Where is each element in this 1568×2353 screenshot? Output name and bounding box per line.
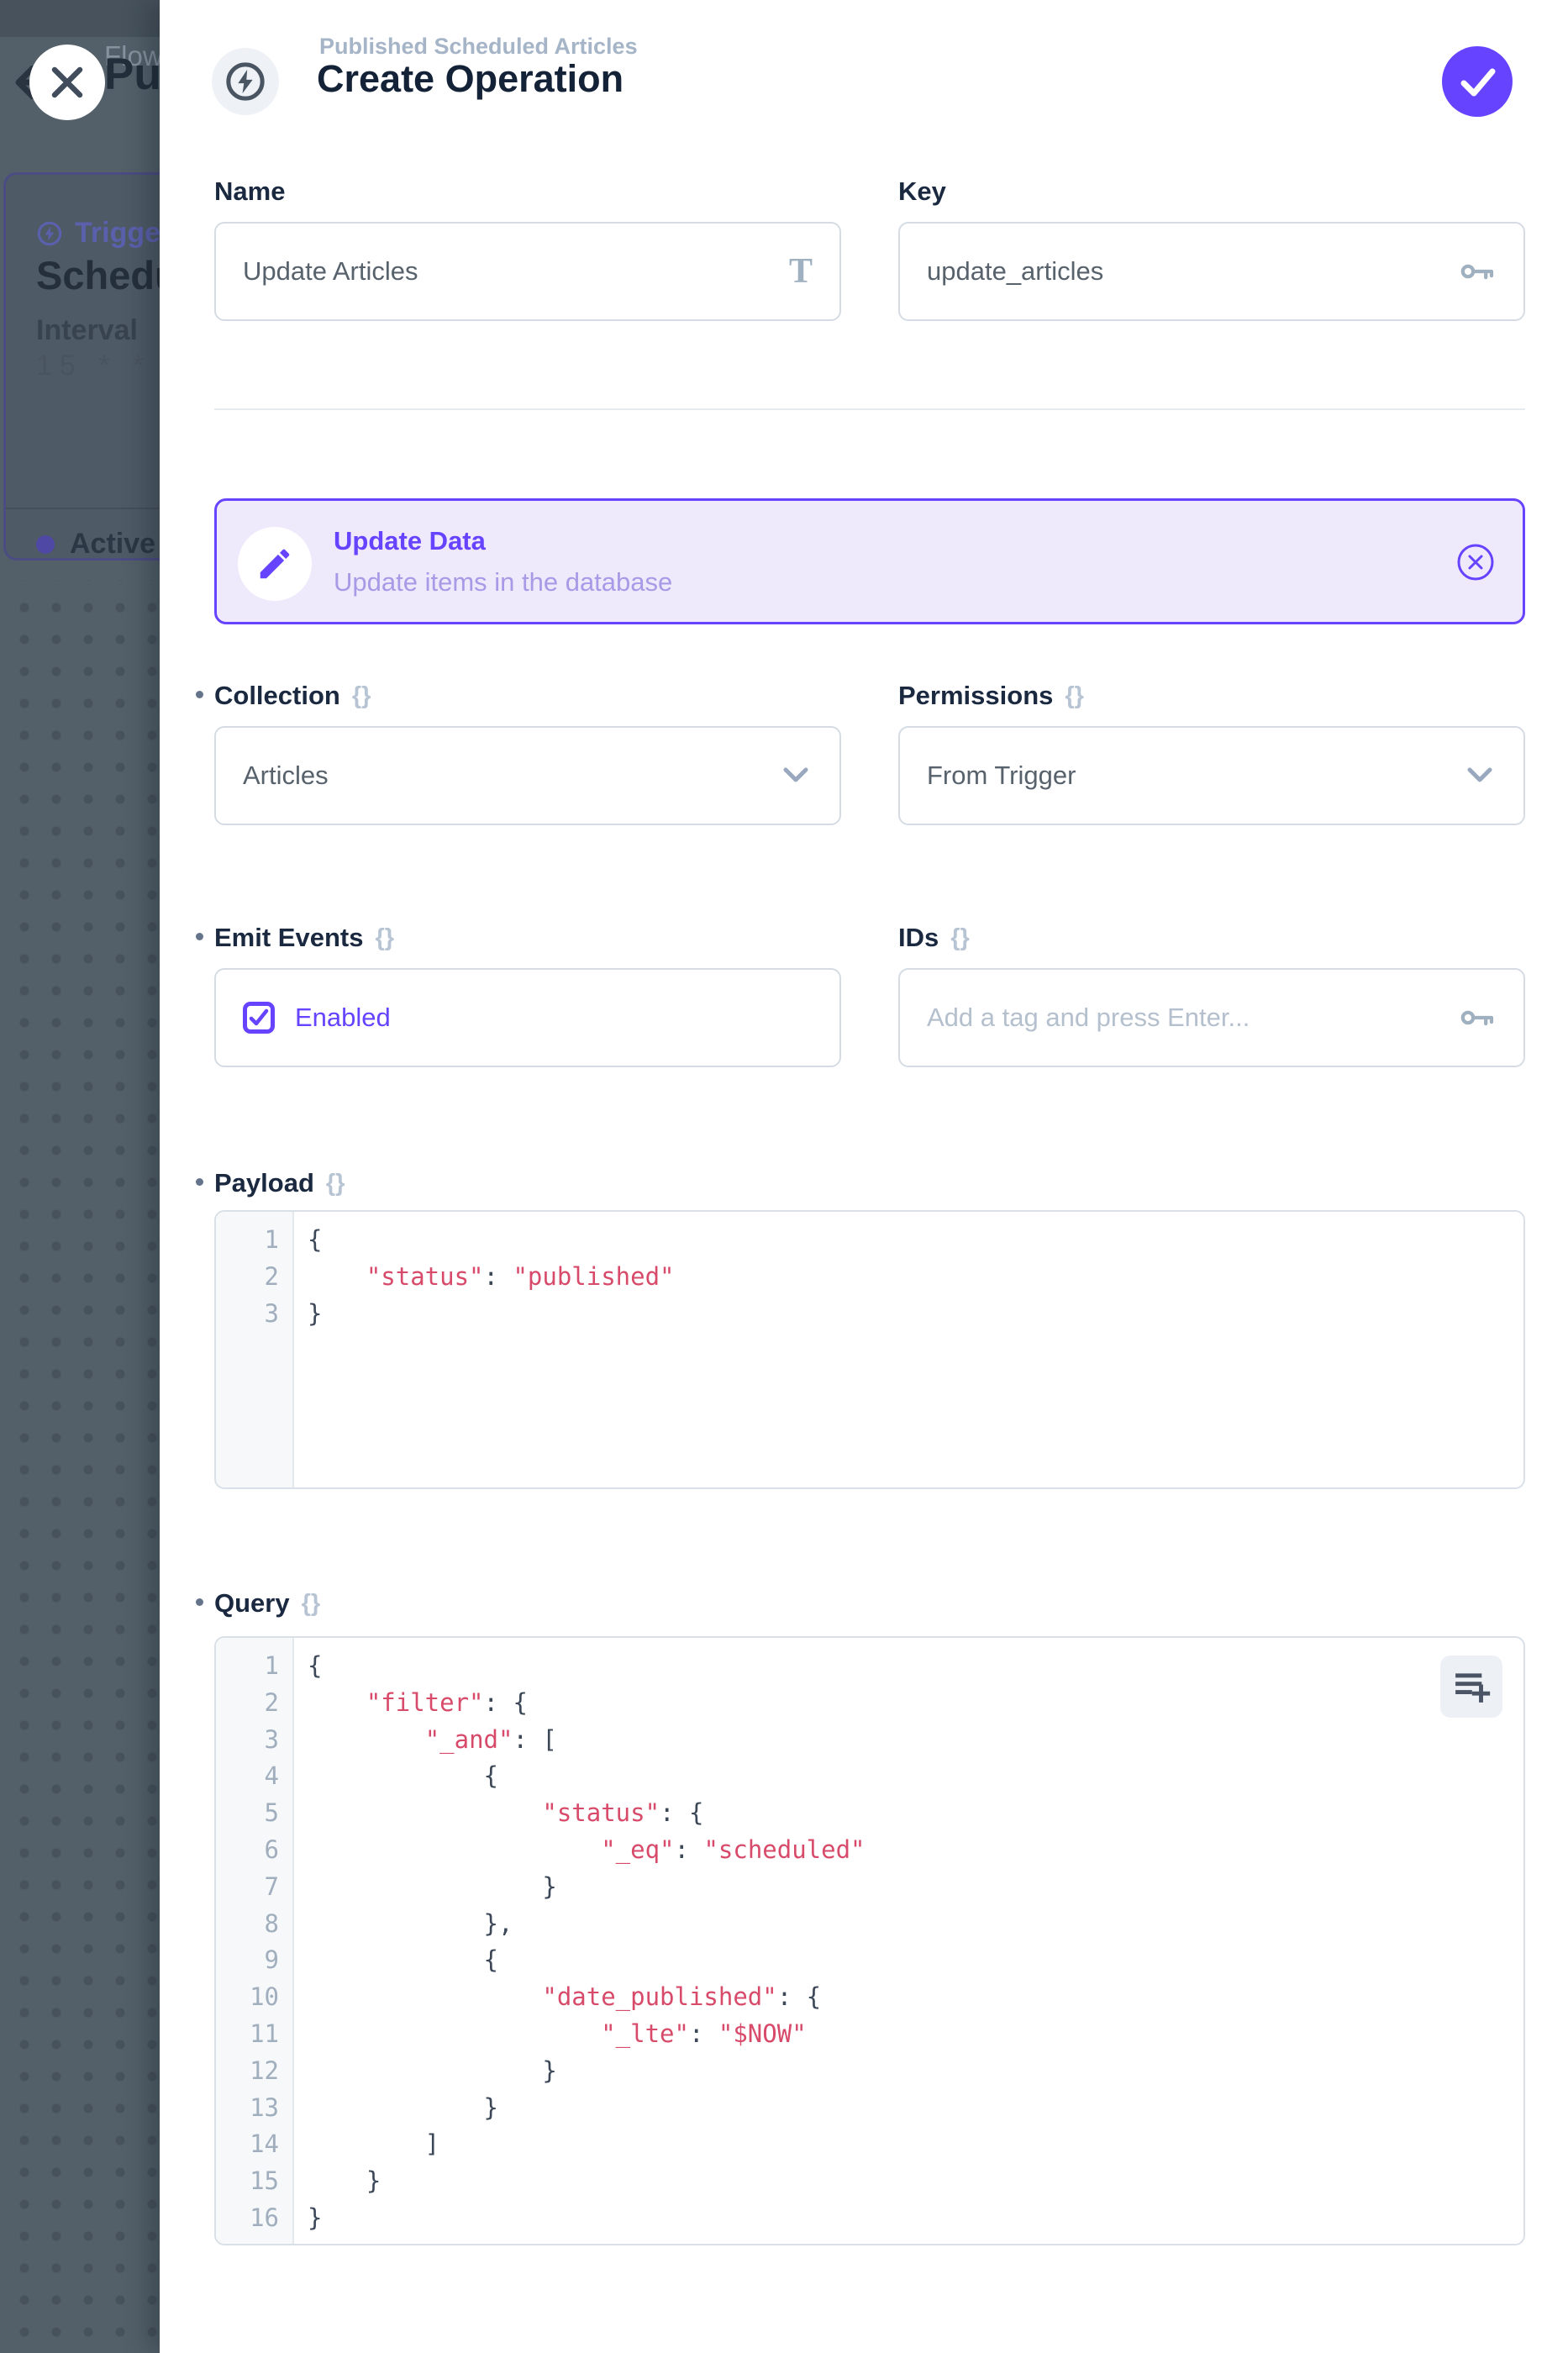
key-icon bbox=[1456, 998, 1497, 1038]
bolt-circle-icon bbox=[224, 60, 267, 103]
ids-tag-input[interactable]: Add a tag and press Enter... bbox=[898, 968, 1525, 1067]
collection-field-group: Collection{} Articles bbox=[214, 681, 841, 825]
title-icon: T bbox=[789, 251, 813, 292]
name-field-group: Name Update Articles T bbox=[214, 176, 841, 321]
edited-dot bbox=[196, 933, 203, 940]
ids-field-group: IDs{} Add a tag and press Enter... bbox=[898, 923, 1525, 1067]
permissions-field-group: Permissions{} From Trigger bbox=[898, 681, 1525, 825]
drawer-title: Create Operation bbox=[317, 57, 624, 101]
create-operation-drawer: Published Scheduled Articles Create Oper… bbox=[160, 0, 1568, 2353]
drawer-breadcrumb: Published Scheduled Articles bbox=[319, 34, 638, 60]
collection-select[interactable]: Articles bbox=[214, 726, 841, 825]
payload-label: Payload{} bbox=[214, 1168, 1525, 1198]
raw-value-icon[interactable]: {} bbox=[1065, 682, 1084, 710]
raw-value-icon[interactable]: {} bbox=[375, 924, 394, 952]
payload-code-editor[interactable]: 123 { "status": "published"} bbox=[214, 1210, 1525, 1489]
payload-field-group: Payload{} bbox=[214, 1168, 1525, 1198]
operation-icon-circle bbox=[238, 527, 312, 601]
edited-dot bbox=[196, 1178, 203, 1186]
edited-dot bbox=[196, 1598, 203, 1606]
emit-events-value: Enabled bbox=[295, 1003, 391, 1033]
raw-value-icon[interactable]: {} bbox=[950, 924, 970, 952]
operation-type-banner[interactable]: Update Data Update items in the database bbox=[214, 498, 1525, 624]
name-input[interactable]: Update Articles T bbox=[214, 222, 841, 321]
key-input[interactable]: update_articles bbox=[898, 222, 1525, 321]
query-label: Query{} bbox=[214, 1588, 1525, 1619]
line-number-gutter: 12345678910111213141516 bbox=[216, 1638, 294, 2244]
key-value: update_articles bbox=[927, 256, 1456, 287]
emit-events-field-group: Emit Events{} Enabled bbox=[214, 923, 841, 1067]
raw-value-icon[interactable]: {} bbox=[302, 1590, 321, 1618]
raw-value-icon[interactable]: {} bbox=[326, 1170, 345, 1198]
background-page-title: Pu bbox=[104, 49, 161, 100]
remove-operation-icon[interactable] bbox=[1455, 542, 1496, 582]
ids-placeholder: Add a tag and press Enter... bbox=[927, 1003, 1456, 1033]
name-label: Name bbox=[214, 176, 841, 207]
operation-type-title: Update Data bbox=[334, 526, 486, 556]
query-field-group: Query{} bbox=[214, 1588, 1525, 1619]
checkbox-checked-icon[interactable] bbox=[243, 1002, 275, 1034]
ids-label: IDs{} bbox=[898, 923, 1525, 953]
check-icon bbox=[248, 1007, 270, 1029]
operation-header-icon bbox=[212, 48, 279, 115]
query-code-editor[interactable]: 12345678910111213141516 { "filter": { "_… bbox=[214, 1636, 1525, 2245]
permissions-label: Permissions{} bbox=[898, 681, 1525, 711]
operation-type-subtitle: Update items in the database bbox=[334, 567, 672, 597]
trigger-field-label: Interval bbox=[36, 314, 138, 347]
chevron-down-icon bbox=[779, 765, 813, 787]
line-number-gutter: 123 bbox=[216, 1212, 294, 1487]
chevron-down-icon bbox=[1463, 765, 1497, 787]
key-label: Key bbox=[898, 176, 1525, 207]
check-icon bbox=[1442, 46, 1513, 117]
pencil-icon bbox=[255, 545, 294, 583]
collection-value: Articles bbox=[243, 761, 779, 791]
emit-events-label: Emit Events{} bbox=[214, 923, 841, 953]
status-dot bbox=[36, 535, 55, 554]
collection-label: Collection{} bbox=[214, 681, 841, 711]
key-icon bbox=[1456, 251, 1497, 292]
section-divider bbox=[214, 408, 1525, 410]
permissions-select[interactable]: From Trigger bbox=[898, 726, 1525, 825]
close-drawer-button[interactable] bbox=[29, 45, 105, 120]
emit-events-checkbox-field[interactable]: Enabled bbox=[214, 968, 841, 1067]
payload-code[interactable]: { "status": "published"} bbox=[294, 1212, 1523, 1487]
key-field-group: Key update_articles bbox=[898, 176, 1525, 321]
edited-dot bbox=[196, 691, 203, 698]
playlist-add-button[interactable] bbox=[1440, 1656, 1502, 1718]
trigger-badge: Trigger bbox=[36, 217, 171, 250]
query-code[interactable]: { "filter": { "_and": [ { "status": { "_… bbox=[294, 1638, 1523, 2244]
close-icon bbox=[29, 45, 105, 120]
name-value: Update Articles bbox=[243, 256, 789, 287]
trigger-status-label: Active bbox=[70, 528, 155, 561]
save-button[interactable] bbox=[1442, 46, 1513, 117]
bolt-circle-icon bbox=[36, 220, 63, 247]
raw-value-icon[interactable]: {} bbox=[352, 682, 371, 710]
permissions-value: From Trigger bbox=[927, 761, 1463, 791]
trigger-badge-label: Trigger bbox=[75, 217, 171, 250]
playlist-add-icon bbox=[1452, 1667, 1491, 1706]
